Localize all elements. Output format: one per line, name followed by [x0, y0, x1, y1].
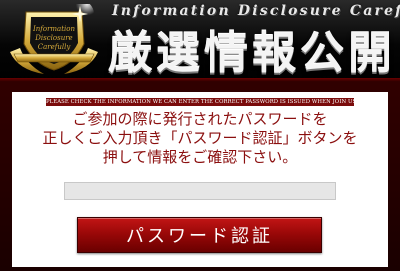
- instruction-line: ご参加の際に発行されたパスワードを: [72, 110, 328, 128]
- logo-text-line1: Information: [32, 25, 76, 33]
- password-input[interactable]: [64, 182, 336, 200]
- logo-text-line2: Disclosure: [34, 34, 72, 42]
- gold-crest-emblem-icon: Information Disclosure Carefully: [10, 4, 98, 74]
- notice-bar: PLEASE CHECK THE INFORMATION WE CAN ENTE…: [46, 98, 354, 106]
- instruction-line: 押して情報をご確認下さい。: [102, 148, 298, 166]
- page: Information Disclosure Carefully Informa…: [0, 0, 400, 271]
- content-panel: PLEASE CHECK THE INFORMATION WE CAN ENTE…: [12, 92, 388, 267]
- instruction-line: 正しくご入力頂き「パスワード認証」ボタンを: [42, 129, 358, 147]
- instruction-message: ご参加の際に発行されたパスワードを 正しくご入力頂き「パスワード認証」ボタンを …: [12, 110, 388, 167]
- password-auth-button[interactable]: パスワード認証: [77, 217, 322, 253]
- password-auth-button-label: パスワード認証: [126, 226, 273, 247]
- page-title: 厳選情報公開: [108, 28, 396, 79]
- header-banner: Information Disclosure Carefully Informa…: [0, 0, 400, 82]
- logo-text-line3: Carefully: [38, 43, 72, 51]
